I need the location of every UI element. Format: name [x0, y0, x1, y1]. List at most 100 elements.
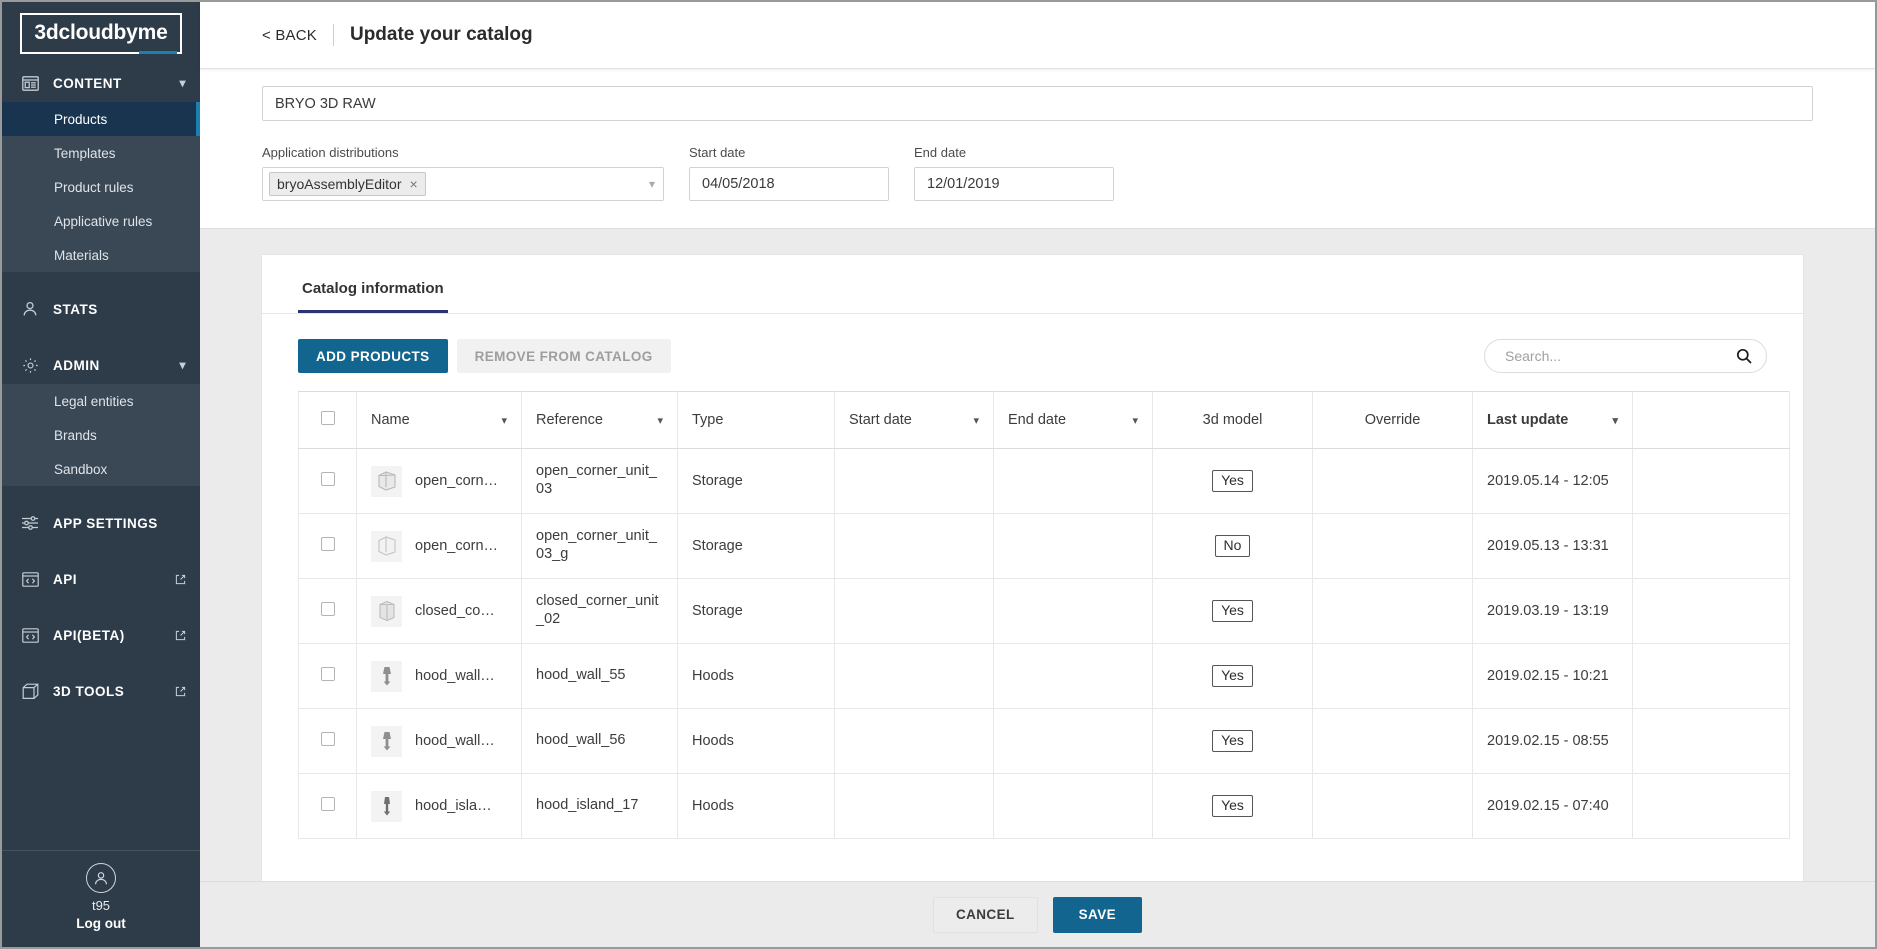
status-badge: Yes: [1212, 469, 1253, 493]
sidebar-item-applicative-rules[interactable]: Applicative rules: [2, 204, 200, 238]
logout-button[interactable]: Log out: [2, 916, 200, 931]
row-checkbox[interactable]: [320, 797, 335, 811]
code-window-icon: [20, 569, 40, 589]
chevron-down-icon[interactable]: ▾: [1612, 414, 1618, 427]
chevron-down-icon[interactable]: ▾: [1132, 414, 1138, 427]
row-select-cell[interactable]: [298, 643, 357, 709]
sidebar-item-materials[interactable]: Materials: [2, 238, 200, 272]
row-checkbox[interactable]: [320, 472, 335, 486]
table-row[interactable]: open_corn… open_corner_unit_03 Storage Y…: [298, 448, 1790, 514]
sidebar-group-api-beta[interactable]: API(BETA): [2, 616, 200, 654]
th-last-update[interactable]: Last update ▾: [1472, 391, 1633, 449]
table-toolbar: ADD PRODUCTS REMOVE FROM CATALOG: [262, 314, 1803, 391]
table-row[interactable]: closed_co… closed_corner_unit_02 Storage: [298, 578, 1790, 644]
sidebar-group-stats[interactable]: STATS: [2, 290, 200, 328]
table-head: Name ▾ Reference ▾ Type Start date ▾ End…: [298, 391, 1790, 449]
row-start-date-cell: [834, 578, 994, 644]
chip-bryoassemblyeditor[interactable]: bryoAssemblyEditor ×: [269, 172, 426, 196]
sidebar-group-3d-tools[interactable]: 3D TOOLS: [2, 672, 200, 710]
row-actions-cell[interactable]: [1632, 708, 1790, 774]
sidebar-group-label: APP SETTINGS: [53, 515, 158, 531]
sidebar-group-label: STATS: [53, 301, 98, 317]
row-checkbox[interactable]: [320, 732, 335, 746]
row-start-date-cell: [834, 773, 994, 839]
add-products-button[interactable]: ADD PRODUCTS: [298, 339, 448, 373]
remove-from-catalog-button[interactable]: REMOVE FROM CATALOG: [456, 339, 671, 373]
sidebar-item-products[interactable]: Products: [2, 102, 200, 136]
chip-remove-icon[interactable]: ×: [410, 176, 418, 192]
tab-catalog-information[interactable]: Catalog information: [298, 255, 448, 313]
row-reference-cell: open_corner_unit_03_g: [521, 513, 678, 579]
chevron-down-icon[interactable]: ▾: [501, 414, 507, 427]
th-start-date[interactable]: Start date ▾: [834, 391, 994, 449]
row-actions-cell[interactable]: [1632, 773, 1790, 839]
logo[interactable]: 3dcloudbyme: [2, 2, 200, 64]
sidebar-group-api[interactable]: API: [2, 560, 200, 598]
row-override-cell: [1312, 448, 1473, 514]
user-avatar-icon[interactable]: [86, 863, 116, 893]
page-title: Update your catalog: [349, 24, 533, 45]
end-date-field: End date: [914, 145, 1114, 201]
save-button[interactable]: SAVE: [1052, 896, 1143, 933]
gear-icon: [20, 355, 40, 375]
row-last-update-cell: 2019.02.15 - 08:55: [1472, 708, 1633, 774]
row-checkbox[interactable]: [320, 602, 335, 616]
application-distributions-select[interactable]: bryoAssemblyEditor × ▾: [262, 167, 664, 201]
product-reference: closed_corner_unit_02: [536, 593, 659, 627]
sidebar-group-label: CONTENT: [53, 75, 122, 91]
th-reference[interactable]: Reference ▾: [521, 391, 678, 449]
row-checkbox[interactable]: [320, 667, 335, 681]
row-3d-model-cell: No: [1152, 513, 1313, 579]
row-actions-cell[interactable]: [1632, 578, 1790, 644]
search-input[interactable]: [1503, 347, 1736, 365]
th-select-all[interactable]: [298, 391, 357, 449]
row-type-cell: Storage: [677, 578, 835, 644]
chevron-down-icon[interactable]: ▾: [973, 414, 979, 427]
sliders-icon: [20, 513, 40, 533]
th-label: Start date: [849, 412, 912, 428]
chevron-down-icon[interactable]: ▾: [657, 414, 663, 427]
start-date-label: Start date: [689, 145, 746, 160]
th-name[interactable]: Name ▾: [356, 391, 522, 449]
row-type-cell: Hoods: [677, 773, 835, 839]
search-box[interactable]: [1484, 339, 1767, 373]
row-name-cell: open_corn…: [356, 448, 522, 514]
table-row[interactable]: hood_isla… hood_island_17 Hoods Yes 2019…: [298, 773, 1790, 839]
table-row[interactable]: hood_wall… hood_wall_55 Hoods Yes 2019.0…: [298, 643, 1790, 709]
chevron-down-icon[interactable]: ▾: [649, 177, 655, 191]
row-actions-cell[interactable]: [1632, 513, 1790, 579]
sidebar-group-label: 3D TOOLS: [53, 683, 125, 699]
sidebar-group-content[interactable]: CONTENT ▾: [2, 64, 200, 102]
form-fields-row: Application distributions bryoAssemblyEd…: [262, 145, 1813, 201]
search-icon[interactable]: [1736, 348, 1752, 364]
select-all-checkbox[interactable]: [320, 411, 335, 425]
row-select-cell[interactable]: [298, 513, 357, 579]
th-type[interactable]: Type: [677, 391, 835, 449]
end-date-input[interactable]: [914, 167, 1114, 201]
back-button[interactable]: < BACK: [262, 27, 317, 44]
row-select-cell[interactable]: [298, 708, 357, 774]
sidebar-item-templates[interactable]: Templates: [2, 136, 200, 170]
row-actions-cell[interactable]: [1632, 643, 1790, 709]
row-checkbox[interactable]: [320, 537, 335, 551]
sidebar-item-product-rules[interactable]: Product rules: [2, 170, 200, 204]
sidebar-item-sandbox[interactable]: Sandbox: [2, 452, 200, 486]
row-select-cell[interactable]: [298, 578, 357, 644]
sidebar-item-brands[interactable]: Brands: [2, 418, 200, 452]
th-end-date[interactable]: End date ▾: [993, 391, 1153, 449]
row-select-cell[interactable]: [298, 773, 357, 839]
tab-bar: Catalog information: [262, 255, 1803, 314]
row-name-cell: open_corn…: [356, 513, 522, 579]
sidebar-group-app-settings[interactable]: APP SETTINGS: [2, 504, 200, 542]
application-distributions-label: Application distributions: [262, 145, 399, 160]
sidebar-item-legal-entities[interactable]: Legal entities: [2, 384, 200, 418]
row-select-cell[interactable]: [298, 448, 357, 514]
start-date-input[interactable]: [689, 167, 889, 201]
table-row[interactable]: open_corn… open_corner_unit_03_g Storage: [298, 513, 1790, 579]
cancel-button[interactable]: CANCEL: [932, 896, 1038, 933]
row-actions-cell[interactable]: [1632, 448, 1790, 514]
table-row[interactable]: hood_wall… hood_wall_56 Hoods Yes 2019.0…: [298, 708, 1790, 774]
sidebar-group-admin[interactable]: ADMIN ▾: [2, 346, 200, 384]
catalog-name-input[interactable]: [262, 86, 1813, 121]
